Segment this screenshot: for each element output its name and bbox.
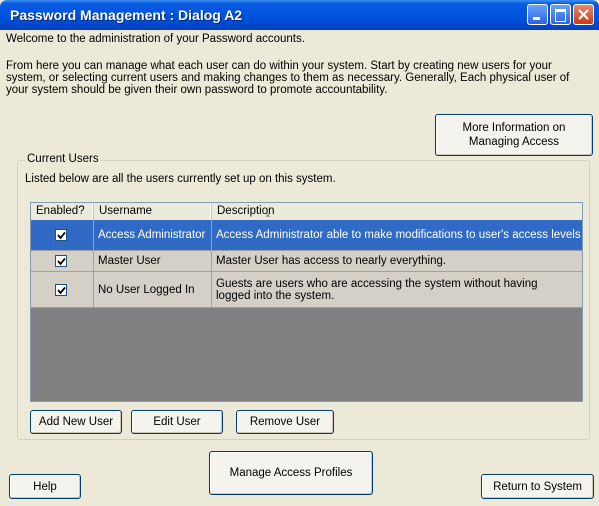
username-cell: Master User [94,251,212,271]
enabled-checkbox[interactable] [55,255,67,267]
checkmark-icon [57,231,66,240]
add-user-button[interactable]: Add New User [30,410,122,434]
current-users-label: Current Users [25,153,101,165]
table-row[interactable]: No User Logged In Guests are users who a… [31,272,582,308]
users-description: Listed below are all the users currently… [25,173,336,185]
minimize-button[interactable] [527,4,548,25]
enabled-cell [31,272,94,307]
maximize-button[interactable] [550,4,571,25]
return-to-system-button[interactable]: Return to System [481,474,594,499]
window-title: Password Management : Dialog A2 [10,7,243,23]
column-description-label: Description [217,205,275,217]
description-cell: Access Administrator able to make modifi… [216,229,581,241]
help-button[interactable]: Help [9,474,81,499]
column-description[interactable]: Description [212,203,582,220]
checkmark-icon [57,257,66,266]
enabled-checkbox[interactable] [55,283,67,296]
checkmark-icon [57,286,66,294]
enabled-cell [31,251,94,271]
username-cell: Access Administrator [94,220,212,250]
column-username[interactable]: Username ▲ [94,203,272,220]
description-cell: Guests are users who are accessing the s… [216,277,538,302]
table-row[interactable]: Master User Master User has access to ne… [31,251,582,272]
edit-user-button[interactable]: Edit User [131,410,223,434]
more-info-button[interactable]: More Information on Managing Access [435,114,593,156]
list-header: Enabled? Username ▲ Description [31,203,582,221]
description-cell: Master User has access to nearly everyth… [216,255,447,267]
username-cell: No User Logged In [94,272,212,307]
column-enabled[interactable]: Enabled? [31,203,94,220]
remove-user-button[interactable]: Remove User [236,410,334,434]
intro-text: From here you can manage what each user … [6,60,570,96]
column-username-label: Username [99,205,153,217]
close-icon [578,9,589,20]
title-bar[interactable]: Password Management : Dialog A2 [0,0,599,30]
column-enabled-label: Enabled? [36,205,85,217]
enabled-checkbox[interactable] [55,229,67,241]
welcome-text: Welcome to the administration of your Pa… [6,33,305,45]
table-row[interactable]: Access Administrator Access Administrato… [31,220,582,251]
enabled-cell [31,220,94,250]
more-info-label: More Information on Managing Access [462,122,566,148]
close-button[interactable] [573,4,594,25]
manage-access-profiles-button[interactable]: Manage Access Profiles [209,451,373,495]
users-list[interactable]: Enabled? Username ▲ Description Access A… [30,202,583,402]
